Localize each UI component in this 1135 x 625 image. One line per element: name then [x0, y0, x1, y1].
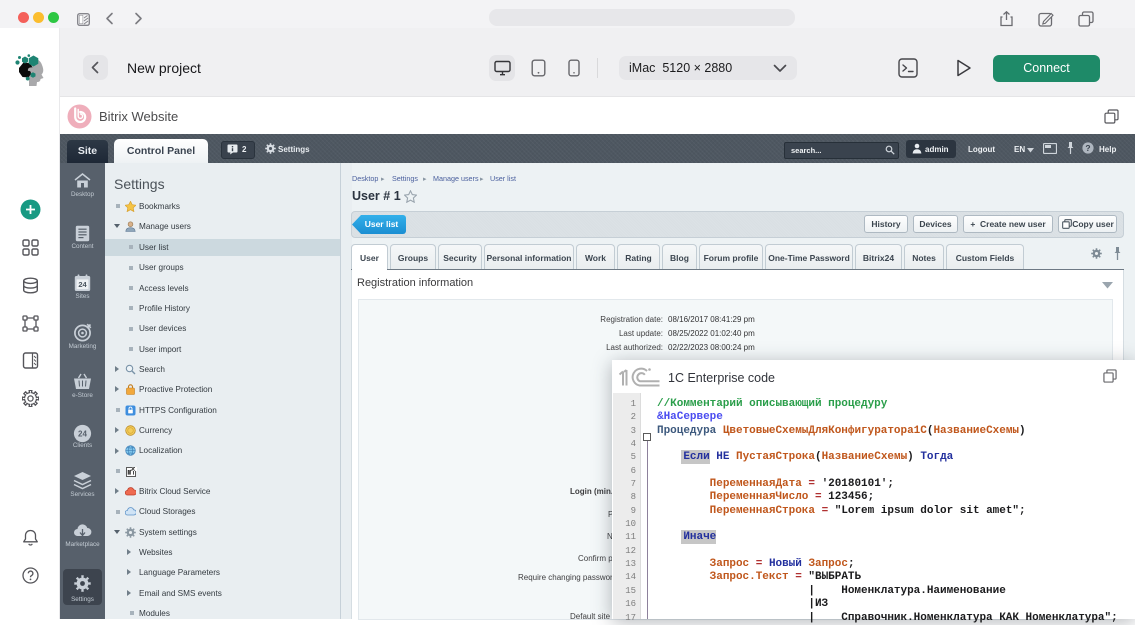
- svg-text:24: 24: [78, 280, 87, 289]
- svg-text:24: 24: [78, 430, 87, 439]
- svg-text:?: ?: [1085, 143, 1090, 153]
